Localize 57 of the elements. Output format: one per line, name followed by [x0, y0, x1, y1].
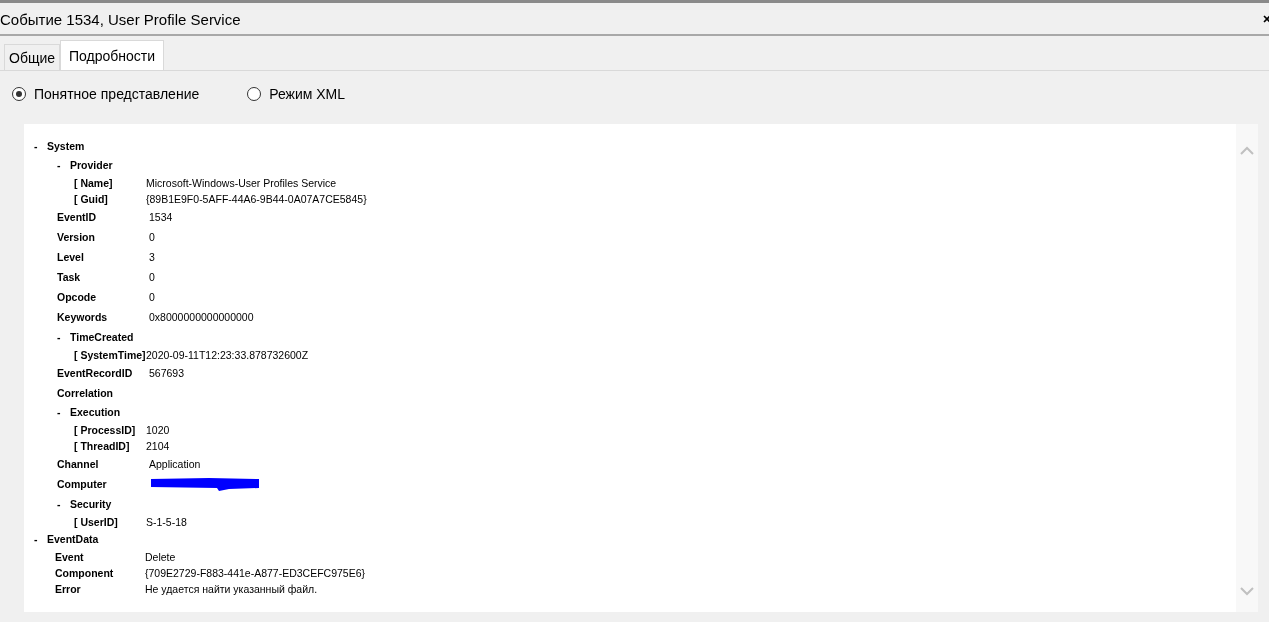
field-label: EventID: [57, 211, 98, 223]
collapse-toggle[interactable]: -: [57, 159, 70, 172]
field-value: 2104: [146, 440, 170, 452]
tab[interactable]: Подробности: [60, 40, 165, 70]
field-value: 0: [149, 271, 155, 283]
field-value: {709E2729-F883-441e-A877-ED3CEFC975E6}: [145, 567, 366, 579]
field-label: [ Name]: [74, 177, 114, 189]
field-value: 0: [149, 291, 155, 303]
field-label: [ ThreadID]: [74, 440, 131, 452]
field-label: Error: [55, 583, 82, 595]
section-label: System: [47, 139, 85, 152]
field-label: Correlation: [57, 386, 114, 399]
collapse-toggle[interactable]: -: [34, 139, 47, 152]
field-label: Opcode: [57, 291, 98, 303]
collapse-toggle[interactable]: -: [57, 330, 70, 343]
field-value: Не удается найти указанный файл.: [145, 583, 318, 595]
section-label: Execution: [70, 406, 121, 419]
field-value: Delete: [145, 551, 176, 563]
section-label: EventData: [47, 533, 99, 546]
scroll-down-icon[interactable]: [1240, 586, 1254, 596]
collapse-toggle[interactable]: -: [57, 406, 70, 419]
field-label: EventRecordID: [57, 366, 134, 379]
field-value: 1534: [149, 211, 173, 223]
field-label: Channel: [57, 458, 100, 470]
field-label: [ UserID]: [74, 515, 119, 528]
field-label: Level: [57, 251, 85, 263]
field-value: 3: [149, 251, 155, 263]
field-label: [ Guid]: [74, 193, 109, 205]
field-label: Version: [57, 231, 96, 243]
field-label: Task: [57, 271, 82, 283]
field-label: [ ProcessID]: [74, 424, 137, 436]
field-label: Event: [55, 551, 85, 563]
field-value: 0: [149, 231, 155, 243]
field-value: Microsoft-Windows-User Profiles Service: [146, 177, 337, 189]
field-value: 2020-09-11T12:23:33.878732600Z: [146, 348, 309, 361]
field-value: 0x8000000000000000: [149, 311, 254, 323]
tab[interactable]: Общие: [4, 44, 61, 70]
field-label: [ SystemTime]: [74, 348, 146, 361]
close-icon[interactable]: [1263, 14, 1269, 25]
field-label: Component: [55, 567, 115, 579]
field-value: S-1-5-18: [146, 515, 187, 528]
scroll-up-icon[interactable]: [1240, 146, 1254, 156]
section-label: TimeCreated: [70, 330, 134, 343]
collapse-toggle[interactable]: -: [57, 497, 70, 510]
collapse-toggle[interactable]: -: [34, 533, 47, 546]
field-value: {89B1E9F0-5AFF-44A6-9B44-0A07A7CE5845}: [146, 193, 367, 205]
radio-button[interactable]: Режим XML: [247, 85, 346, 103]
section-label: Security: [70, 497, 112, 510]
field-value: 1020: [146, 424, 170, 436]
field-label: Computer: [57, 478, 108, 490]
radio-button[interactable]: Понятное представление: [12, 85, 200, 103]
window-title: Событие 1534, User Profile Service: [0, 10, 241, 28]
field-value: Application: [149, 458, 201, 470]
field-value: 567693: [149, 366, 185, 379]
field-label: Keywords: [57, 311, 109, 323]
scrollbar[interactable]: [1236, 124, 1258, 612]
section-label: Provider: [70, 159, 113, 172]
